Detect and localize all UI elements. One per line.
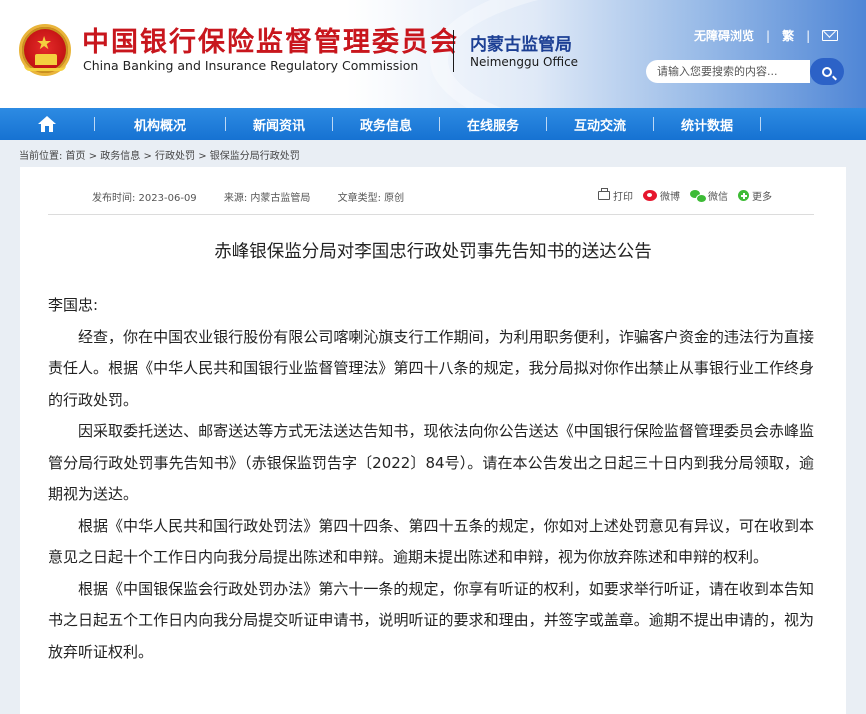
nav-item-about[interactable]: 机构概况	[95, 108, 225, 140]
nav-separator	[760, 117, 761, 131]
site-title-cn[interactable]: 中国银行保险监督管理委员会	[82, 20, 459, 59]
article-type: 文章类型: 原创	[337, 193, 405, 204]
search-button[interactable]	[810, 58, 844, 85]
site-title-en[interactable]: China Banking and Insurance Regulatory C…	[83, 58, 418, 73]
main-nav: 机构概况 新闻资讯 政务信息 在线服务 互动交流 统计数据	[0, 108, 866, 140]
toplink-separator: |	[766, 28, 771, 43]
article-panel: 发布时间: 2023-06-09 来源: 内蒙古监管局 文章类型: 原创 打印 …	[20, 167, 846, 714]
share-bar: 打印 微博 微信 更多	[598, 188, 782, 203]
weibo-share-button[interactable]: 微博	[643, 188, 680, 203]
print-button[interactable]: 打印	[598, 188, 633, 203]
article-title: 赤峰银保监分局对李国忠行政处罚事先告知书的送达公告	[214, 242, 652, 262]
bureau-name-cn: 内蒙古监管局	[470, 35, 572, 55]
more-label: 更多	[752, 192, 772, 203]
search-icon	[822, 66, 832, 77]
article-source: 来源: 内蒙古监管局	[223, 193, 311, 204]
weibo-label: 微博	[660, 192, 680, 203]
wechat-label: 微信	[708, 192, 728, 203]
weibo-icon	[643, 190, 657, 201]
home-icon	[38, 116, 56, 132]
mail-icon[interactable]	[822, 30, 839, 41]
more-share-button[interactable]: 更多	[738, 188, 772, 203]
wechat-icon	[690, 190, 707, 203]
nav-home[interactable]	[0, 108, 94, 140]
publish-date: 发布时间: 2023-06-09	[92, 193, 197, 204]
paragraph: 根据《中国银保监会行政处罚办法》第六十一条的规定，你享有听证的权利，如要求举行听…	[48, 579, 814, 661]
paragraph: 因采取委托送达、邮寄送达等方式无法送达告知书，现依法向你公告送达《中国银行保险监…	[48, 422, 814, 503]
nav-item-gov-info[interactable]: 政务信息	[333, 108, 439, 140]
accessibility-link[interactable]: 无障碍浏览	[694, 27, 754, 44]
bureau-name-en: Neimenggu Office	[470, 55, 579, 69]
header-divider	[453, 30, 454, 72]
more-icon	[738, 190, 749, 201]
salutation: 李国忠:	[48, 296, 99, 314]
national-emblem-icon: ★	[19, 24, 71, 76]
paragraph: 经查，你在中国农业银行股份有限公司喀喇沁旗支行工作期间，为利用职务便利，诈骗客户…	[48, 327, 814, 409]
wechat-share-button[interactable]: 微信	[690, 188, 728, 203]
print-label: 打印	[613, 192, 633, 203]
print-icon	[598, 188, 610, 200]
site-header: ★ 中国银行保险监督管理委员会 China Banking and Insura…	[0, 0, 866, 108]
paragraph: 根据《中华人民共和国行政处罚法》第四十四条、第四十五条的规定，你如对上述处罚意见…	[48, 516, 814, 567]
article-body: 李国忠: 经查，你在中国农业银行股份有限公司喀喇沁旗支行工作期间，为利用职务便利…	[48, 290, 814, 668]
nav-item-news[interactable]: 新闻资讯	[226, 108, 332, 140]
meta-divider	[48, 214, 814, 215]
breadcrumb[interactable]: 当前位置: 首页 > 政务信息 > 行政处罚 > 银保监分局行政处罚	[19, 147, 300, 162]
top-links: 无障碍浏览 | 繁 |	[694, 27, 839, 44]
search-input[interactable]	[646, 60, 810, 83]
toplink-separator: |	[806, 28, 811, 43]
nav-item-services[interactable]: 在线服务	[440, 108, 546, 140]
nav-item-statistics[interactable]: 统计数据	[654, 108, 760, 140]
nav-item-interaction[interactable]: 互动交流	[547, 108, 653, 140]
article-meta: 发布时间: 2023-06-09 来源: 内蒙古监管局 文章类型: 原创	[92, 189, 428, 204]
traditional-chinese-link[interactable]: 繁	[782, 27, 794, 44]
